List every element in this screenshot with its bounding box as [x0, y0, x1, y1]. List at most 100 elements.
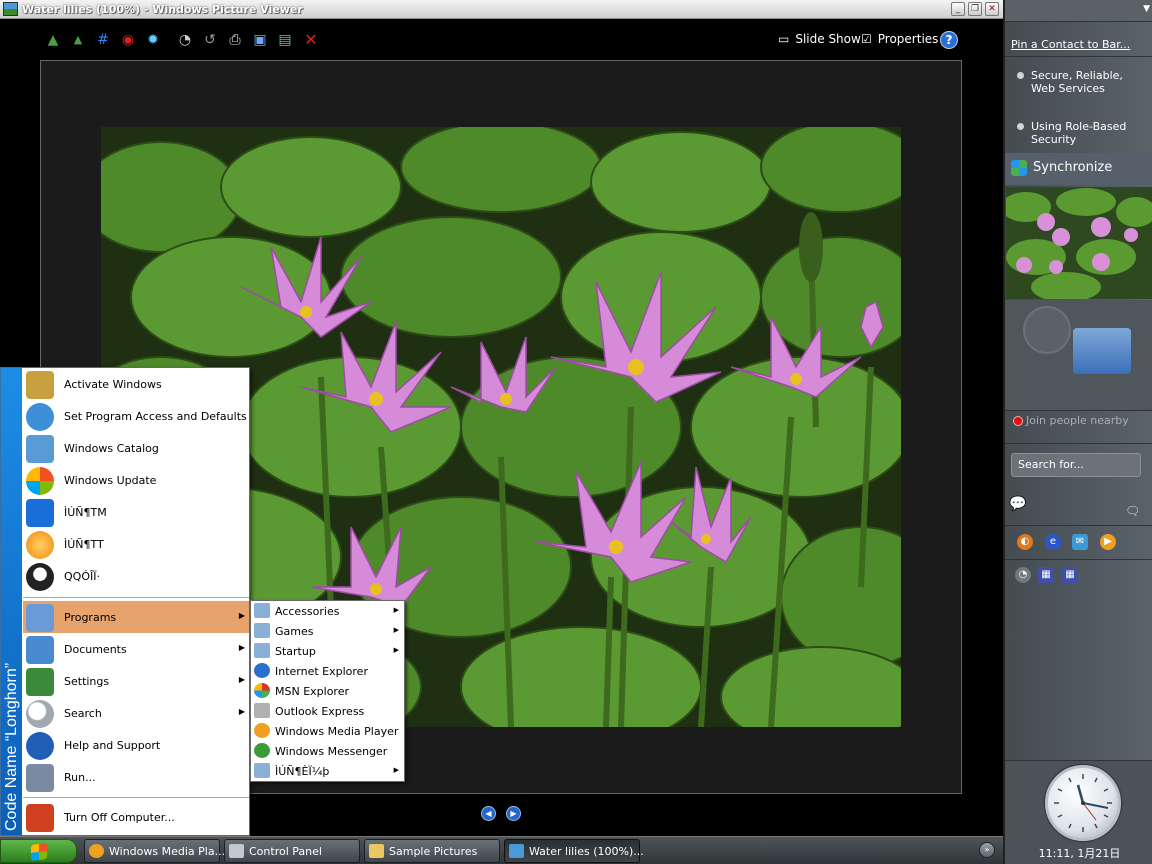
sidebar-search-input[interactable]: Search for...: [1011, 453, 1141, 477]
outlook-icon[interactable]: ✉: [1072, 534, 1088, 550]
help-button[interactable]: ?: [940, 31, 958, 49]
program-internet-explorer[interactable]: Internet Explorer: [252, 661, 403, 681]
program-outlook-express[interactable]: Outlook Express: [252, 701, 403, 721]
previous-image-button[interactable]: ◀: [481, 806, 496, 821]
program-accessories[interactable]: Accessories ▶: [252, 601, 403, 621]
brightness-icon[interactable]: ✹: [144, 31, 162, 49]
start-item-tm[interactable]: ÌÚÑ¶TM: [23, 496, 249, 528]
network-icon[interactable]: ▦: [1038, 567, 1054, 583]
mouse-icon[interactable]: ◔: [1015, 567, 1031, 583]
start-item-documents[interactable]: Documents ▶: [23, 633, 249, 665]
minimize-button[interactable]: _: [951, 2, 965, 16]
adjust-icon[interactable]: ◔: [176, 31, 194, 49]
start-menu-banner: Code Name “Longhorn”: [1, 368, 22, 835]
sidebar-divider: [1005, 559, 1152, 560]
save-icon[interactable]: ▣: [251, 31, 269, 49]
start-item-label: ÌÚÑ¶TM: [64, 506, 107, 519]
delete-icon[interactable]: ✕: [302, 31, 320, 49]
start-item-label: ÌÚÑ¶TT: [64, 538, 104, 551]
tt-icon: [26, 531, 54, 559]
program-windows-media-player[interactable]: Windows Media Player: [252, 721, 403, 741]
maximize-button[interactable]: ❐: [968, 2, 982, 16]
synchronize-label: Synchronize: [1033, 160, 1113, 175]
sidebar-divider: [1005, 410, 1152, 411]
zoom-in-icon[interactable]: ▲: [44, 31, 62, 49]
inbox-tray-icon: [1073, 328, 1131, 374]
turn-off-computer-button[interactable]: Turn Off Computer...: [23, 801, 249, 833]
slideshow-thumbnail[interactable]: [1006, 187, 1152, 299]
sidebar-divider: [1005, 56, 1152, 57]
conversation-icon[interactable]: 💬: [1009, 496, 1026, 512]
ie-icon[interactable]: e: [1045, 534, 1061, 550]
program-windows-messenger[interactable]: Windows Messenger: [252, 741, 403, 761]
picture-viewer-app-icon[interactable]: [3, 2, 18, 16]
start-item-set-program-access[interactable]: Set Program Access and Defaults: [23, 400, 249, 432]
chat-bubble-icon[interactable]: 🗨: [1125, 504, 1140, 518]
start-item-label: Set Program Access and Defaults: [64, 410, 247, 423]
search-icon: [26, 700, 54, 728]
program-group-software[interactable]: ÌÚÑ¶ÈÏ¼þ ▶: [252, 761, 403, 781]
news-item-role-security[interactable]: Using Role-Based Security: [1031, 120, 1149, 146]
sidebar-divider: [1005, 525, 1152, 526]
start-item-tt[interactable]: ÌÚÑ¶TT: [23, 528, 249, 560]
sidebar-menu-chevron-icon[interactable]: ▼: [1143, 4, 1150, 14]
program-msn-explorer[interactable]: MSN Explorer: [252, 681, 403, 701]
slide-show-button[interactable]: ▭ Slide Show: [778, 32, 861, 46]
close-button[interactable]: ✕: [985, 2, 999, 16]
red-eye-icon[interactable]: ◉: [119, 31, 137, 49]
program-group-icon: [254, 623, 270, 638]
sync-icon: [1011, 160, 1027, 176]
start-item-label: Documents: [64, 643, 127, 656]
program-label: Outlook Express: [275, 705, 365, 718]
news-item-web-services[interactable]: Secure, Reliable, Web Services: [1031, 69, 1149, 95]
qq-penguin-icon: [26, 563, 54, 591]
task-water-lilies[interactable]: Water lilies (100%)...: [504, 839, 644, 863]
tray-expand-chevron-icon[interactable]: »: [979, 842, 995, 858]
start-button[interactable]: [0, 839, 77, 863]
pin-contact-link[interactable]: Pin a Contact to Bar...: [1011, 38, 1130, 51]
windows-update-icon: [26, 467, 54, 495]
start-item-label: Windows Update: [64, 474, 157, 487]
start-item-help[interactable]: Help and Support: [23, 729, 249, 761]
copy-icon[interactable]: ▤: [276, 31, 294, 49]
submenu-arrow-icon: ▶: [238, 611, 245, 620]
media-player-icon[interactable]: ▶: [1100, 534, 1116, 550]
task-sample-pictures[interactable]: Sample Pictures: [364, 839, 500, 863]
program-label: Startup: [275, 645, 316, 658]
messenger-icon: [254, 743, 270, 758]
bullet-icon: [1017, 123, 1024, 130]
properties-button[interactable]: ☑ Properties: [861, 32, 938, 46]
task-control-panel[interactable]: Control Panel: [224, 839, 360, 863]
rotate-icon[interactable]: ↺: [201, 31, 219, 49]
program-label: Windows Messenger: [275, 745, 388, 758]
internet-explorer-icon: [254, 663, 270, 678]
help-icon: [26, 732, 54, 760]
properties-label: Properties: [877, 32, 939, 46]
start-item-windows-update[interactable]: Windows Update: [23, 464, 249, 496]
program-label: Windows Media Player: [275, 725, 399, 738]
crop-icon[interactable]: #: [94, 31, 112, 49]
zoom-out-icon[interactable]: ▲: [69, 31, 87, 49]
start-item-label: Windows Catalog: [64, 442, 159, 455]
analog-clock[interactable]: [1045, 765, 1121, 841]
submenu-arrow-icon: ▶: [238, 675, 245, 684]
program-games[interactable]: Games ▶: [252, 621, 403, 641]
print-icon[interactable]: ⎙: [226, 31, 244, 49]
programs-submenu: Accessories ▶ Games ▶ Startup ▶ Internet…: [250, 600, 405, 782]
task-windows-media-player[interactable]: Windows Media Pla...: [84, 839, 225, 863]
start-item-qq-game[interactable]: QQÓÎÏ·: [23, 560, 249, 592]
program-startup[interactable]: Startup ▶: [252, 641, 403, 661]
submenu-arrow-icon: ▶: [238, 643, 245, 652]
start-item-search[interactable]: Search ▶: [23, 697, 249, 729]
start-item-activate-windows[interactable]: Activate Windows: [23, 368, 249, 400]
firefox-icon[interactable]: ◐: [1017, 534, 1033, 550]
network-icon[interactable]: ▦: [1062, 567, 1078, 583]
start-item-programs[interactable]: Programs ▶: [23, 601, 249, 633]
start-item-windows-catalog[interactable]: Windows Catalog: [23, 432, 249, 464]
join-people-nearby-link[interactable]: Join people nearby: [1026, 414, 1129, 427]
title-bar[interactable]: Water lilies (100%) - Windows Picture Vi…: [0, 0, 1003, 19]
mail-tile[interactable]: [1005, 300, 1152, 410]
start-item-run[interactable]: Run...: [23, 761, 249, 793]
start-item-settings[interactable]: Settings ▶: [23, 665, 249, 697]
next-image-button[interactable]: ▶: [506, 806, 521, 821]
